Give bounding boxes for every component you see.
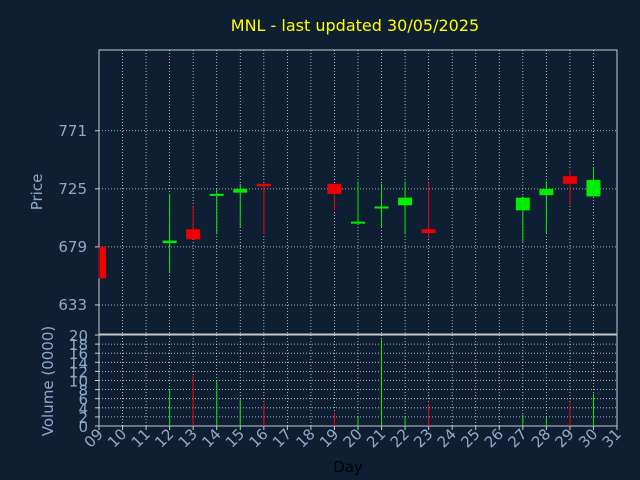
candle-body	[100, 246, 106, 279]
candle-body	[233, 188, 248, 193]
price-tick-label: 679	[58, 238, 87, 256]
price-tick-label: 725	[58, 180, 87, 198]
candle-body	[186, 229, 201, 240]
candle-body	[351, 221, 365, 224]
candle-body	[256, 183, 271, 187]
candle-body	[327, 183, 342, 194]
candle-body	[539, 188, 554, 196]
candle-body	[515, 197, 530, 211]
candle-body	[421, 229, 436, 234]
candle-body	[374, 206, 389, 209]
x-tick-labels: 0910111213141516171819202122232425262728…	[81, 425, 625, 451]
candle-body	[162, 240, 177, 244]
price-axis-label: Price	[28, 174, 46, 211]
price-tick-label: 633	[58, 296, 87, 314]
candle-body	[586, 180, 601, 197]
candle-body	[209, 193, 224, 196]
candle-body	[398, 197, 413, 206]
chart-title: MNL - last updated 30/05/2025	[231, 16, 479, 35]
candle-body	[562, 176, 577, 184]
price-tick-label: 771	[58, 122, 87, 140]
price-volume-chart: MNL - last updated 30/05/2025 Price Volu…	[0, 0, 640, 480]
volume-axis-label: Volume (0000)	[39, 326, 57, 436]
x-axis-label: Day	[333, 458, 363, 476]
volume-tick-label: 20	[69, 327, 88, 345]
